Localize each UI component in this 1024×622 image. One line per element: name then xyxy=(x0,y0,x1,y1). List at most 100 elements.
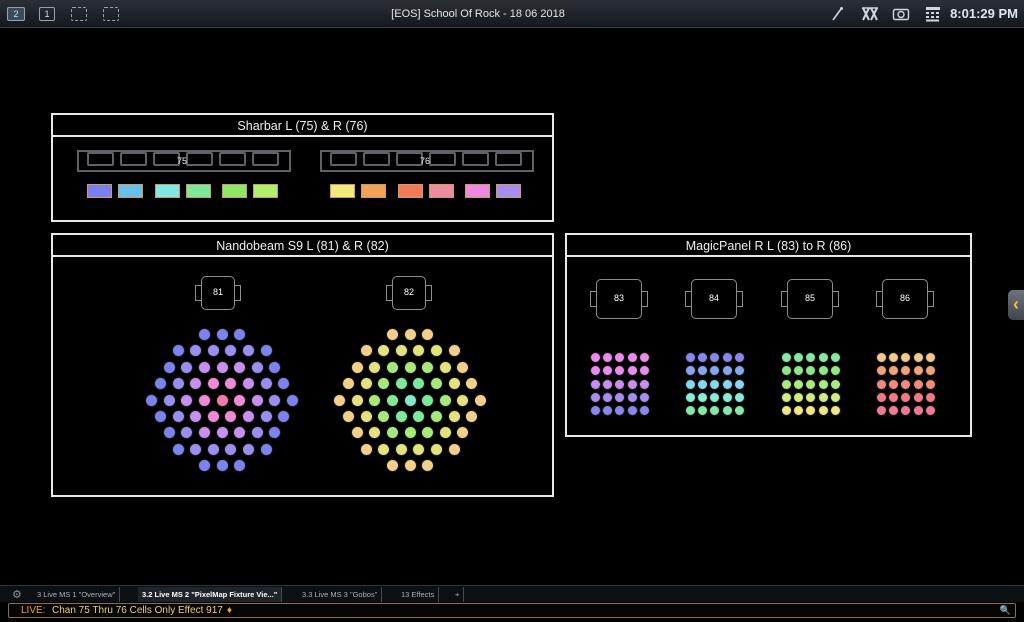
panel-pixel xyxy=(638,365,650,377)
panel-pixel xyxy=(900,378,912,390)
beam-pixel xyxy=(259,377,273,391)
panel-pixel xyxy=(709,405,721,417)
fixture-icon: 84 xyxy=(685,279,743,319)
panel-pixel xyxy=(709,365,721,377)
beam-pixel xyxy=(385,426,399,440)
beam-pixel xyxy=(206,377,220,391)
collapse-sidebar-button[interactable]: ‹ xyxy=(1008,290,1024,320)
beam-pixel xyxy=(421,360,435,374)
tab-live-ms-1[interactable]: 3 Live MS 1 "Overview" xyxy=(33,587,121,602)
beam-pixel xyxy=(394,409,408,423)
gear-icon[interactable]: ⚙ xyxy=(12,588,22,601)
camera-icon[interactable] xyxy=(892,6,910,22)
panel-pixel xyxy=(590,405,601,417)
beam-pixel xyxy=(341,377,355,391)
panel-pixel xyxy=(614,391,626,403)
sharbar-fixture-label: 76 xyxy=(420,156,431,166)
beam-pixel xyxy=(403,360,417,374)
beam-pixel xyxy=(368,360,382,374)
panel-pixel xyxy=(817,378,829,390)
wand-icon[interactable] xyxy=(830,6,844,22)
beam-pixel xyxy=(215,426,229,440)
beam-pixel xyxy=(341,409,355,423)
panel-pixel xyxy=(781,352,792,363)
fixture-icon: 85 xyxy=(781,279,839,319)
beam-pixel xyxy=(394,377,408,391)
beam-pixel xyxy=(233,327,247,341)
search-icon[interactable]: 🔍 xyxy=(1000,604,1011,617)
panel-pixel xyxy=(602,378,614,390)
network-icon[interactable] xyxy=(861,6,879,22)
fixture-icon: 81 xyxy=(195,276,241,310)
beam-pixel xyxy=(377,377,391,391)
fixture-number-label: 85 xyxy=(804,293,815,303)
sharbar-cell-outline xyxy=(363,152,390,166)
beam-pixel xyxy=(206,409,220,423)
beam-pixel xyxy=(233,393,247,407)
beam-pixel xyxy=(268,393,282,407)
panel-pixel xyxy=(685,391,696,403)
beam-pixel xyxy=(456,360,470,374)
panel-pixel xyxy=(614,352,626,363)
beam-pixel xyxy=(350,393,364,407)
beam-pixel xyxy=(197,327,211,341)
panel-pixel xyxy=(638,405,650,417)
panel-pixel xyxy=(781,365,792,377)
beam-pixel xyxy=(250,360,264,374)
panel-pixel xyxy=(888,391,900,403)
beam-pixel xyxy=(447,377,461,391)
panel-pixel xyxy=(626,378,638,390)
panel-pixel xyxy=(912,378,924,390)
panel-pixel xyxy=(888,365,900,377)
beam-pixel xyxy=(385,327,399,341)
panel-pixel xyxy=(817,391,829,403)
panel-pixel xyxy=(924,365,936,377)
panel-pixel xyxy=(602,405,614,417)
beam-pixel xyxy=(421,426,435,440)
beam-pixel xyxy=(233,459,247,473)
panel-pixel xyxy=(602,352,614,363)
panel-pixel xyxy=(781,391,792,403)
panel-pixel xyxy=(805,365,817,377)
command-line-mode: LIVE: xyxy=(21,605,46,616)
panel-pixel xyxy=(709,352,721,363)
beam-pixel xyxy=(224,377,238,391)
beam-pixel xyxy=(421,459,435,473)
tab-live-ms-2[interactable]: 3.2 Live MS 2 "PixelMap Fixture Vie..." xyxy=(138,587,283,602)
panel-pixel xyxy=(876,365,887,377)
beam-pixel xyxy=(277,409,291,423)
beam-pixel xyxy=(215,393,229,407)
beam-pixel xyxy=(403,426,417,440)
tab-add[interactable]: + xyxy=(451,587,465,602)
tab-live-ms-3[interactable]: 3.3 Live MS 3 "Gobos" xyxy=(298,587,383,602)
panel-pixel xyxy=(900,405,912,417)
command-line[interactable]: LIVE: Chan 75 Thru 76 Cells Only Effect … xyxy=(8,603,1016,618)
beam-pixel xyxy=(215,360,229,374)
panel-pixel xyxy=(733,378,745,390)
beam-pixel xyxy=(421,327,435,341)
panel-pixel xyxy=(614,405,626,417)
beam-pixel xyxy=(333,393,347,407)
panel-pixel xyxy=(829,391,841,403)
panel-pixel xyxy=(638,378,650,390)
sharbar-cell-swatch xyxy=(186,184,211,198)
panel-pixel xyxy=(829,378,841,390)
beam-pixel xyxy=(259,344,273,358)
keypad-icon[interactable] xyxy=(925,6,941,22)
tab-effects[interactable]: 13 Effects xyxy=(397,587,440,602)
panel-pixel xyxy=(685,365,696,377)
beam-pixel xyxy=(277,377,291,391)
fixture-icon: 82 xyxy=(386,276,432,310)
panel-pixel xyxy=(709,391,721,403)
sharbar-cell-outline xyxy=(153,152,180,166)
beam-pixel xyxy=(359,377,373,391)
sharbar-cell-swatch xyxy=(118,184,143,198)
panel-pixel xyxy=(721,405,733,417)
panel-pixel xyxy=(602,365,614,377)
beam-pixel xyxy=(197,360,211,374)
beam-pixel xyxy=(241,377,255,391)
sharbar-cell-swatch xyxy=(330,184,355,198)
beam-pixel xyxy=(224,409,238,423)
command-line-value: Chan 75 Thru 76 Cells Only Effect 917 xyxy=(52,605,223,616)
panel-pixel xyxy=(638,391,650,403)
